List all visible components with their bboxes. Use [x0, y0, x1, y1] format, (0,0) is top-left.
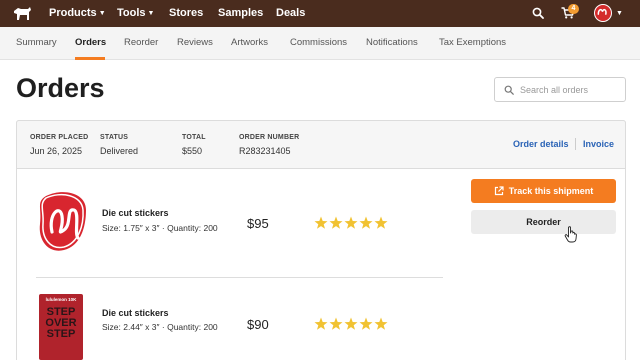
invoice-link[interactable]: Invoice	[583, 139, 614, 149]
cart-count-badge: 4	[568, 4, 579, 14]
chevron-down-icon: ▼	[98, 10, 106, 17]
track-shipment-button[interactable]: Track this shipment	[471, 179, 616, 203]
thumbnail-brand: lululemon 10K	[45, 297, 77, 302]
link-divider	[575, 138, 576, 150]
chevron-down-icon: ▼	[147, 10, 155, 17]
total-value: $550	[182, 146, 203, 156]
hand-cursor-icon	[564, 226, 577, 243]
tab-summary[interactable]: Summary	[16, 37, 57, 48]
item-name: Die cut stickers	[102, 308, 169, 318]
nav-tools[interactable]: Tools ▼	[117, 7, 154, 19]
item-price: $90	[247, 317, 269, 332]
item-details: Size: 1.75″ x 3″ · Quantity: 200	[102, 223, 218, 233]
active-tab-indicator	[75, 57, 105, 60]
item-price: $95	[247, 216, 269, 231]
avatar[interactable]	[594, 4, 612, 22]
total-label: TOTAL	[182, 134, 206, 141]
chevron-down-icon[interactable]: ▼	[616, 10, 623, 17]
sticker-thumbnail[interactable]: lululemon 10K STEP OVER STEP	[39, 294, 83, 360]
reorder-button[interactable]: Reorder	[471, 210, 616, 234]
nav-deals[interactable]: Deals	[276, 7, 305, 19]
star-rating[interactable]	[314, 216, 388, 230]
horse-icon[interactable]	[12, 5, 32, 22]
tab-artworks[interactable]: Artworks	[231, 37, 268, 48]
thumbnail-text: STEP OVER STEP	[45, 306, 77, 340]
tab-orders[interactable]: Orders	[75, 37, 106, 48]
order-number-value: R283231405	[239, 146, 291, 156]
status-value: Delivered	[100, 146, 139, 156]
search-icon[interactable]	[532, 7, 544, 19]
search-input[interactable]	[520, 82, 620, 98]
item-details: Size: 2.44″ x 3″ · Quantity: 200	[102, 322, 218, 332]
page-title: Orders	[16, 73, 105, 103]
tab-reviews[interactable]: Reviews	[177, 37, 213, 48]
item-divider	[36, 277, 443, 278]
tab-reorder[interactable]: Reorder	[124, 37, 158, 48]
star-rating[interactable]	[314, 317, 388, 331]
nav-stores[interactable]: Stores	[169, 7, 203, 19]
order-search[interactable]	[494, 77, 626, 102]
status-label: STATUS	[100, 134, 129, 141]
order-placed-value: Jun 26, 2025	[30, 146, 83, 156]
sticker-thumbnail[interactable]	[34, 188, 92, 256]
order-details-link[interactable]: Order details	[513, 139, 569, 149]
nav-samples[interactable]: Samples	[218, 7, 263, 19]
tab-notifications[interactable]: Notifications	[366, 37, 418, 48]
search-icon	[504, 85, 514, 95]
tab-tax-exemptions[interactable]: Tax Exemptions	[439, 37, 506, 48]
order-number-label: ORDER NUMBER	[239, 134, 300, 141]
tab-commissions[interactable]: Commissions	[290, 37, 347, 48]
brand-logo-icon	[597, 8, 607, 15]
external-link-icon	[494, 186, 504, 196]
nav-products[interactable]: Products ▼	[49, 7, 106, 19]
order-placed-label: ORDER PLACED	[30, 134, 89, 141]
item-name: Die cut stickers	[102, 208, 169, 218]
